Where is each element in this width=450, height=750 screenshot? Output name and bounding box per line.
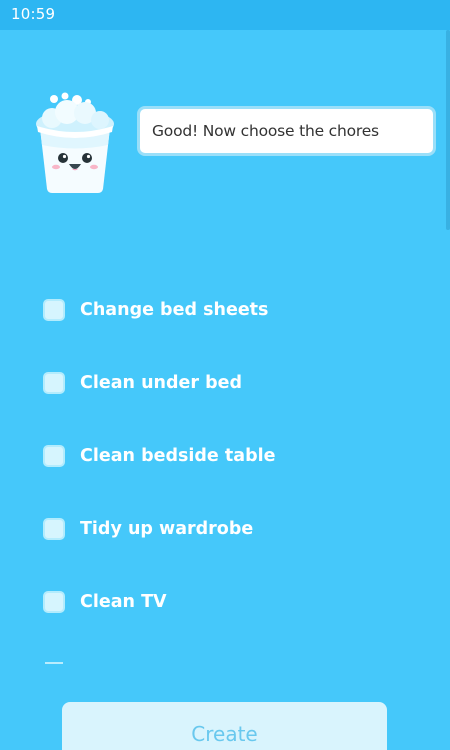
assistant-speech-bubble: Good! Now choose the chores: [137, 106, 436, 156]
chore-item-clean-bedside-table[interactable]: Clean bedside table: [40, 438, 400, 474]
chore-label: Change bed sheets: [80, 300, 269, 320]
chore-item-change-bed-sheets[interactable]: Change bed sheets: [40, 292, 400, 328]
checkbox[interactable]: [43, 372, 65, 394]
checkbox[interactable]: [43, 591, 65, 613]
scrollbar[interactable]: [446, 30, 450, 230]
status-bar: 10:59: [0, 0, 450, 30]
chore-label: Clean under bed: [80, 373, 243, 393]
checkbox[interactable]: [43, 518, 65, 540]
assistant-message: Good! Now choose the chores: [152, 122, 379, 140]
next-item-partial: [45, 662, 63, 664]
chore-item-clean-tv[interactable]: Clean TV: [40, 584, 400, 620]
smiling-bucket-icon: [30, 90, 120, 195]
app-screen: 10:59 Good! Now choose the chores Change…: [0, 0, 450, 750]
chore-item-clean-under-bed[interactable]: Clean under bed: [40, 365, 400, 401]
status-time: 10:59: [11, 5, 56, 23]
chore-label: Clean TV: [80, 592, 167, 612]
checkbox[interactable]: [43, 445, 65, 467]
checkbox[interactable]: [43, 299, 65, 321]
create-button[interactable]: Create: [62, 702, 387, 750]
create-button-label: Create: [191, 722, 258, 746]
chore-label: Clean bedside table: [80, 446, 276, 466]
chore-label: Tidy up wardrobe: [80, 519, 254, 539]
chore-item-tidy-up-wardrobe[interactable]: Tidy up wardrobe: [40, 511, 400, 547]
